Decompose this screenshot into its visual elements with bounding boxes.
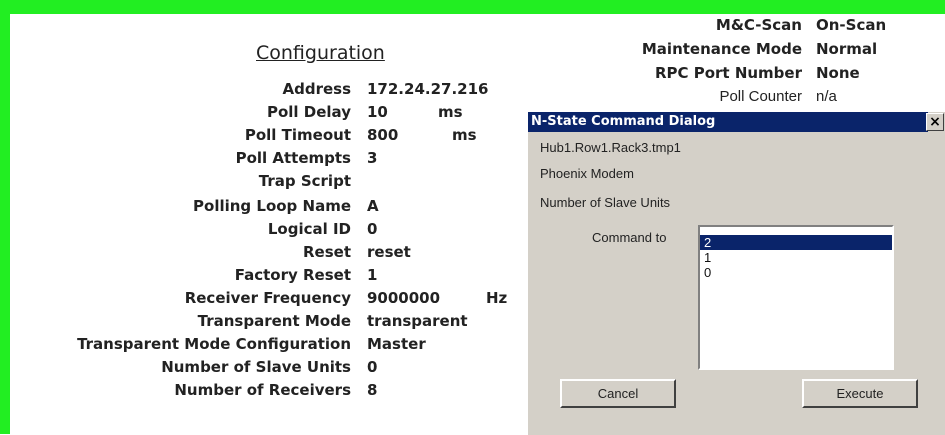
config-value: reset — [367, 243, 411, 261]
config-label: Trap Script — [258, 172, 351, 190]
status-row-poll-counter: Poll Counter n/a — [0, 88, 945, 108]
config-value: transparent — [367, 312, 468, 330]
dialog-device-name: Phoenix Modem — [540, 166, 634, 181]
cancel-button[interactable]: Cancel — [560, 379, 676, 408]
n-state-command-dialog: N-State Command Dialog × Hub1.Row1.Rack3… — [527, 111, 945, 435]
config-row-number-of-receivers: Number of Receivers 8 — [0, 381, 520, 401]
config-label: Number of Receivers — [174, 381, 351, 399]
status-value: None — [816, 64, 860, 82]
status-row-mc-scan: M&C-Scan On-Scan — [0, 16, 945, 36]
list-item[interactable]: 1 — [700, 250, 892, 265]
status-value: n/a — [816, 88, 837, 105]
config-label: Polling Loop Name — [193, 197, 351, 215]
list-item-selected[interactable]: 2 — [700, 235, 892, 250]
config-value: 9000000 — [367, 289, 441, 307]
close-icon[interactable]: × — [926, 113, 944, 131]
config-label: Logical ID — [267, 220, 351, 238]
config-value: 1 — [367, 266, 378, 284]
config-label: Receiver Frequency — [184, 289, 351, 307]
execute-button[interactable]: Execute — [802, 379, 918, 408]
config-value: 8 — [367, 381, 378, 399]
config-label: Poll Timeout — [244, 126, 351, 144]
config-row-receiver-frequency: Receiver Frequency 9000000 Hz — [0, 289, 520, 309]
config-row-poll-timeout: Poll Timeout 800 ms — [0, 126, 520, 146]
list-item[interactable]: 0 — [700, 265, 892, 280]
config-unit: ms — [452, 126, 477, 144]
status-row-rpc-port-number: RPC Port Number None — [0, 64, 945, 84]
config-row-transparent-mode: Transparent Mode transparent — [0, 312, 520, 332]
config-row-poll-attempts: Poll Attempts 3 — [0, 149, 520, 169]
config-row-polling-loop-name: Polling Loop Name A — [0, 197, 520, 217]
command-value-listbox[interactable]: 2 1 0 — [698, 225, 894, 370]
dialog-parameter-name: Number of Slave Units — [540, 195, 671, 210]
status-row-maintenance-mode: Maintenance Mode Normal — [0, 40, 945, 60]
status-label: Poll Counter — [719, 88, 802, 105]
config-label: Factory Reset — [234, 266, 351, 284]
dialog-object-path: Hub1.Row1.Rack3.tmp1 — [540, 140, 681, 155]
config-unit: Hz — [486, 289, 508, 307]
config-label: Poll Attempts — [235, 149, 351, 167]
config-value: Master — [367, 335, 426, 353]
config-row-number-of-slave-units: Number of Slave Units 0 — [0, 358, 520, 378]
config-value: A — [367, 197, 379, 215]
config-label: Transparent Mode — [197, 312, 351, 330]
command-to-label: Command to — [592, 230, 667, 245]
status-label: M&C-Scan — [715, 16, 802, 34]
status-label: RPC Port Number — [654, 64, 802, 82]
dialog-title: N-State Command Dialog — [531, 114, 716, 129]
config-value: 800 — [367, 126, 399, 144]
status-value: Normal — [816, 40, 878, 58]
config-row-transparent-mode-configuration: Transparent Mode Configuration Master — [0, 335, 520, 355]
config-row-trap-script: Trap Script — [0, 172, 520, 192]
config-row-reset: Reset reset — [0, 243, 520, 263]
config-value: 0 — [367, 358, 378, 376]
dialog-titlebar[interactable]: N-State Command Dialog — [528, 112, 928, 132]
config-row-logical-id: Logical ID 0 — [0, 220, 520, 240]
config-label: Transparent Mode Configuration — [77, 335, 351, 353]
config-row-factory-reset: Factory Reset 1 — [0, 266, 520, 286]
config-value: 3 — [367, 149, 378, 167]
config-label: Number of Slave Units — [161, 358, 351, 376]
status-value: On-Scan — [816, 16, 887, 34]
config-label: Reset — [303, 243, 351, 261]
frame-border-top — [0, 0, 945, 14]
config-value: 0 — [367, 220, 378, 238]
status-label: Maintenance Mode — [641, 40, 802, 58]
